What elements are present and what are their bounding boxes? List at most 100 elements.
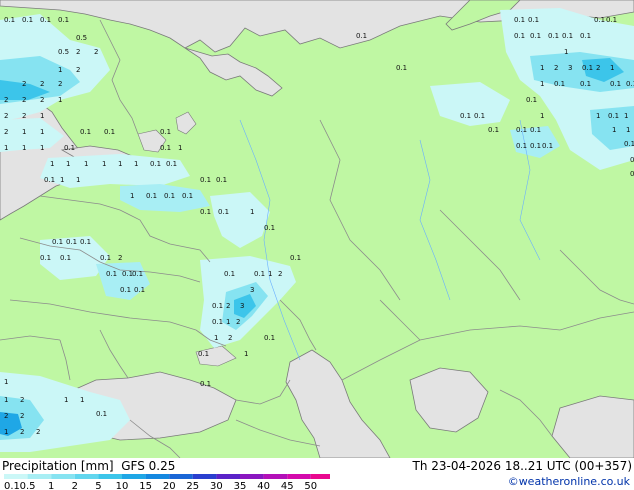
precip-value: 2 [22, 80, 26, 88]
legend-swatch [287, 474, 311, 479]
precip-value: 2 [22, 96, 26, 104]
legend-label: 10 [116, 481, 129, 490]
precip-value: 1 [40, 112, 44, 120]
precip-value: 0.1 [396, 64, 407, 72]
precip-value: 0.1 [528, 16, 539, 24]
precip-value: 3 [250, 286, 254, 294]
precip-value: 0.1 [608, 112, 619, 120]
precip-value: 1 [226, 318, 230, 326]
precip-value: 1 [22, 144, 26, 152]
legend-swatch [216, 474, 240, 479]
precip-value: 0.1 [516, 126, 527, 134]
precip-value: 0.1 [200, 176, 211, 184]
precip-value: 2 [596, 64, 600, 72]
precip-value: 1 [4, 378, 8, 386]
precip-value: 2 [20, 428, 24, 436]
precip-value: 1 [250, 208, 254, 216]
precip-value: 1 [130, 192, 134, 200]
precip-value: 2 [554, 64, 558, 72]
legend-swatch [98, 474, 122, 479]
precip-value: 2 [36, 428, 40, 436]
legend-label: 50 [304, 481, 317, 490]
precip-value: 0.1 [626, 80, 634, 88]
precip-value: 0.1 [212, 318, 223, 326]
precip-value: 1 [50, 160, 54, 168]
precip-value: 0.1 [606, 16, 617, 24]
precip-value: 0.1 [4, 16, 15, 24]
precip-value: 0.1 [106, 270, 117, 278]
precip-value: 0.1 [580, 80, 591, 88]
precip-value: 1 [76, 176, 80, 184]
precip-value: 2 [228, 334, 232, 342]
precip-value: 1 [564, 48, 568, 56]
precip-value: 0.1 [218, 208, 229, 216]
precip-value: 0.1 [630, 170, 634, 178]
precip-value: 1 [22, 128, 26, 136]
precip-value: 0.1 [100, 254, 111, 262]
precip-value: 0.5 [76, 34, 87, 42]
precip-value: 2 [22, 112, 26, 120]
precip-value: 0.1 [582, 64, 593, 72]
precip-value: 2 [4, 96, 8, 104]
legend-swatch [122, 474, 146, 479]
precip-value: 2 [278, 270, 282, 278]
precip-value: 0.1 [514, 16, 525, 24]
precip-value: 0.1 [200, 380, 211, 388]
precip-value: 2 [4, 128, 8, 136]
precip-value: 1 [84, 160, 88, 168]
legend-swatch [4, 474, 28, 479]
precip-value: 0.1 [60, 254, 71, 262]
precip-value: 1 [80, 396, 84, 404]
legend-label: 30 [210, 481, 223, 490]
precip-value: 0.5 [58, 48, 69, 56]
precip-value: 2 [226, 302, 230, 310]
precip-value: 1 [244, 350, 248, 358]
precip-value: 0.1 [80, 238, 91, 246]
precip-value: 0.1 [630, 156, 634, 164]
precip-value: 0.1 [474, 112, 485, 120]
legend-label: 25 [186, 481, 199, 490]
precip-value: 0.1 [290, 254, 301, 262]
precipitation-map[interactable]: 0.1 0.1 0.1 0.10.50.5 2 21 22 2 22 2 2 12 2 12 1 1 0.1 0.… [0, 0, 634, 458]
precip-value: 1 [214, 334, 218, 342]
precip-value: 1 [40, 128, 44, 136]
precip-value: 0.1 [516, 142, 527, 150]
precip-value: 1 [612, 126, 616, 134]
precip-value: 1 [540, 64, 544, 72]
precip-value: 0.1 [530, 32, 541, 40]
precip-value: 2 [58, 80, 62, 88]
precip-value: 0.1 [200, 208, 211, 216]
precip-value: 0.1 [356, 32, 367, 40]
precip-value: 1 [626, 126, 630, 134]
precip-value: 0.1 [554, 80, 565, 88]
legend-label: 1 [48, 481, 54, 490]
precip-value: 1 [102, 160, 106, 168]
legend-label: 5 [95, 481, 101, 490]
precip-value: 0.1 [488, 126, 499, 134]
precip-value: 2 [4, 112, 8, 120]
precip-value: 2 [118, 254, 122, 262]
precip-value: 1 [58, 66, 62, 74]
precip-value: 0.1 [22, 16, 33, 24]
precip-value: 0.1 [562, 32, 573, 40]
map-title-text: Precipitation [mm] [2, 459, 114, 473]
precip-value: 0.1 [134, 286, 145, 294]
legend-swatch [192, 474, 217, 479]
precip-value: 0.1 [64, 144, 75, 152]
precip-value: 1 [118, 160, 122, 168]
precip-value: 0.1 [40, 254, 51, 262]
legend-label: 45 [281, 481, 294, 490]
precip-value: 1 [268, 270, 272, 278]
valid-datetime: Th 23-04-2026 18..21 UTC (00+357) [412, 459, 632, 473]
legend-swatch [27, 474, 52, 479]
legend-label: 20 [163, 481, 176, 490]
precip-value: 0.1 [66, 238, 77, 246]
precip-value: 2 [76, 48, 80, 56]
precip-value: 0.1 [610, 80, 621, 88]
precip-value: 1 [4, 428, 8, 436]
precip-value: 2 [236, 318, 240, 326]
precip-value: 1 [540, 112, 544, 120]
credit-link[interactable]: ©weatheronline.co.uk [508, 475, 630, 488]
precip-value: 0.1 [224, 270, 235, 278]
precip-value: 0.1 [542, 142, 553, 150]
